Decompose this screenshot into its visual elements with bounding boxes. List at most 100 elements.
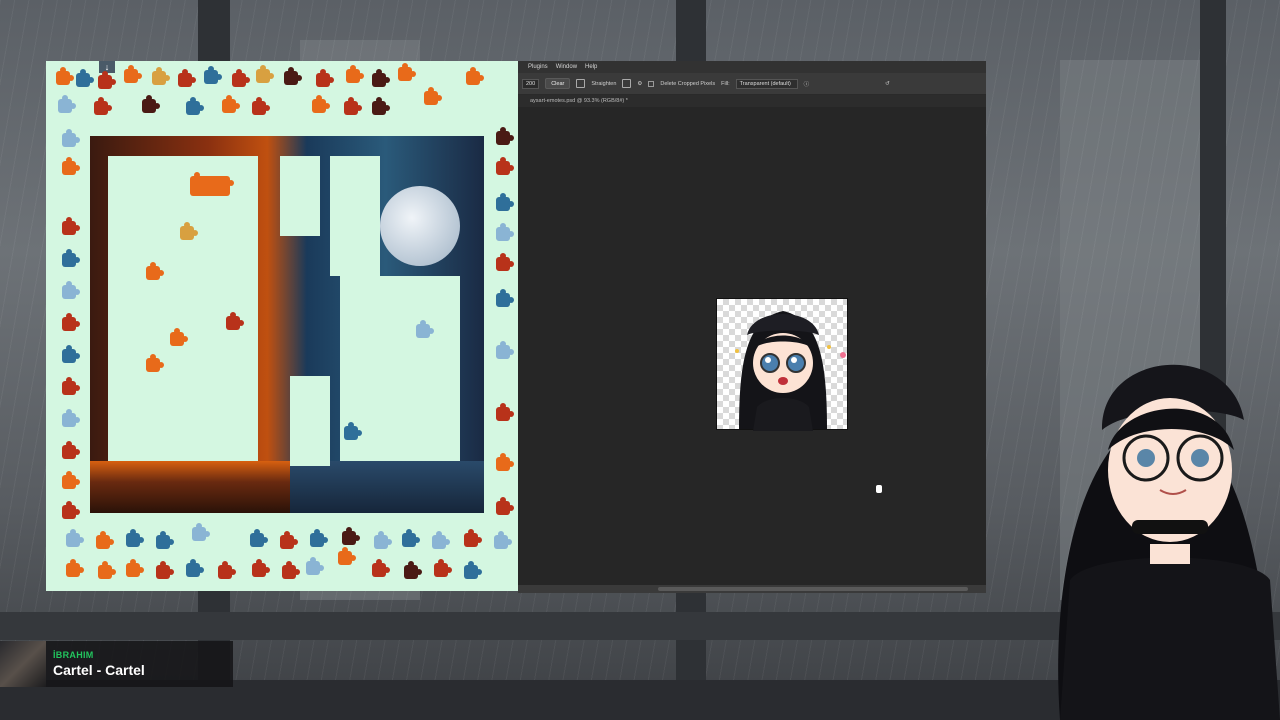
puzzle-piece[interactable]	[204, 66, 222, 84]
puzzle-piece[interactable]	[62, 249, 80, 267]
puzzle-piece[interactable]	[186, 559, 204, 577]
puzzle-piece[interactable]	[316, 69, 334, 87]
puzzle-piece[interactable]	[76, 69, 94, 87]
puzzle-piece[interactable]	[416, 320, 434, 338]
puzzle-piece[interactable]	[496, 341, 514, 359]
menu-plugins[interactable]: Plugins	[528, 64, 548, 70]
menu-window[interactable]: Window	[556, 64, 577, 70]
puzzle-piece[interactable]	[62, 345, 80, 363]
puzzle-piece[interactable]	[62, 501, 80, 519]
puzzle-piece[interactable]	[222, 95, 240, 113]
puzzle-piece[interactable]	[66, 559, 84, 577]
puzzle-piece[interactable]	[496, 127, 514, 145]
puzzle-piece[interactable]	[218, 561, 236, 579]
puzzle-piece[interactable]	[404, 561, 422, 579]
puzzle-piece[interactable]	[398, 63, 416, 81]
puzzle-piece[interactable]	[464, 561, 482, 579]
delete-cropped-checkbox[interactable]	[648, 80, 655, 87]
puzzle-piece[interactable]	[152, 67, 170, 85]
straighten-label[interactable]: Straighten	[591, 81, 616, 87]
puzzle-piece[interactable]	[282, 561, 300, 579]
puzzle-piece[interactable]	[344, 97, 362, 115]
puzzle-piece[interactable]	[124, 65, 142, 83]
puzzle-piece[interactable]	[434, 559, 452, 577]
puzzle-piece[interactable]	[338, 547, 356, 565]
puzzle-piece[interactable]	[342, 527, 360, 545]
puzzle-piece[interactable]	[62, 217, 80, 235]
puzzle-piece[interactable]	[186, 97, 204, 115]
puzzle-piece[interactable]	[252, 559, 270, 577]
size-field[interactable]: 200	[522, 78, 540, 89]
clear-button[interactable]: Clear	[545, 78, 571, 89]
horizontal-scrollbar[interactable]	[518, 585, 986, 593]
puzzle-piece[interactable]	[372, 97, 390, 115]
puzzle-piece[interactable]	[346, 65, 364, 83]
puzzle-piece[interactable]	[94, 97, 112, 115]
puzzle-piece[interactable]	[62, 471, 80, 489]
puzzle-piece[interactable]	[156, 531, 174, 549]
puzzle-piece[interactable]	[372, 69, 390, 87]
puzzle-piece[interactable]	[62, 441, 80, 459]
puzzle-piece[interactable]	[252, 97, 270, 115]
puzzle-piece[interactable]	[192, 523, 210, 541]
puzzle-board[interactable]	[90, 136, 484, 513]
photoshop-window[interactable]: Plugins Window Help 200 Clear Straighten…	[518, 61, 986, 593]
puzzle-piece[interactable]	[280, 531, 298, 549]
puzzle-piece[interactable]	[146, 262, 164, 280]
grid-overlay-icon[interactable]	[622, 79, 632, 88]
emote-image[interactable]	[716, 298, 848, 431]
puzzle-piece[interactable]	[56, 67, 74, 85]
puzzle-piece[interactable]	[180, 222, 198, 240]
puzzle-piece[interactable]	[306, 557, 324, 575]
puzzle-piece[interactable]	[98, 561, 116, 579]
puzzle-piece[interactable]	[250, 529, 268, 547]
scroll-thumb[interactable]	[658, 587, 968, 591]
puzzle-piece[interactable]	[62, 377, 80, 395]
puzzle-piece[interactable]	[496, 193, 514, 211]
puzzle-piece[interactable]	[62, 157, 80, 175]
puzzle-piece[interactable]	[62, 313, 80, 331]
puzzle-piece[interactable]	[494, 531, 512, 549]
puzzle-piece[interactable]	[402, 529, 420, 547]
puzzle-piece[interactable]	[496, 497, 514, 515]
puzzle-piece[interactable]	[58, 95, 76, 113]
puzzle-piece[interactable]	[466, 67, 484, 85]
menu-help[interactable]: Help	[585, 64, 597, 70]
puzzle-piece[interactable]	[156, 561, 174, 579]
puzzle-piece[interactable]	[432, 531, 450, 549]
puzzle-piece[interactable]	[232, 69, 250, 87]
puzzle-piece[interactable]	[146, 354, 164, 372]
puzzle-piece[interactable]	[496, 403, 514, 421]
puzzle-piece[interactable]	[496, 223, 514, 241]
puzzle-piece[interactable]	[226, 312, 244, 330]
puzzle-piece[interactable]	[312, 95, 330, 113]
puzzle-piece[interactable]	[142, 95, 160, 113]
puzzle-piece[interactable]	[374, 531, 392, 549]
reset-icon[interactable]: ↺	[885, 81, 890, 87]
puzzle-piece[interactable]	[96, 531, 114, 549]
puzzle-piece[interactable]	[98, 71, 116, 89]
gear-icon[interactable]: ⚙	[637, 81, 642, 87]
puzzle-piece[interactable]	[62, 129, 80, 147]
fill-select[interactable]: Transparent (default)	[735, 78, 798, 89]
puzzle-piece[interactable]	[178, 69, 196, 87]
document-tab[interactable]: aysart-emotes.psd @ 93.3% (RGB/8#) *	[530, 98, 628, 104]
puzzle-piece[interactable]	[464, 529, 482, 547]
puzzle-piece[interactable]	[310, 529, 328, 547]
puzzle-piece[interactable]	[284, 67, 302, 85]
straighten-icon[interactable]	[576, 79, 586, 88]
puzzle-piece[interactable]	[256, 65, 274, 83]
puzzle-window[interactable]: ↓	[46, 61, 518, 591]
puzzle-piece[interactable]	[372, 559, 390, 577]
puzzle-piece[interactable]	[190, 172, 234, 196]
puzzle-piece[interactable]	[424, 87, 442, 105]
puzzle-piece[interactable]	[496, 453, 514, 471]
puzzle-piece[interactable]	[170, 328, 188, 346]
puzzle-piece[interactable]	[62, 281, 80, 299]
info-icon[interactable]: ⓘ	[804, 80, 810, 88]
puzzle-piece[interactable]	[496, 289, 514, 307]
puzzle-piece[interactable]	[344, 422, 362, 440]
puzzle-piece[interactable]	[66, 529, 84, 547]
puzzle-piece[interactable]	[62, 409, 80, 427]
puzzle-piece[interactable]	[496, 157, 514, 175]
